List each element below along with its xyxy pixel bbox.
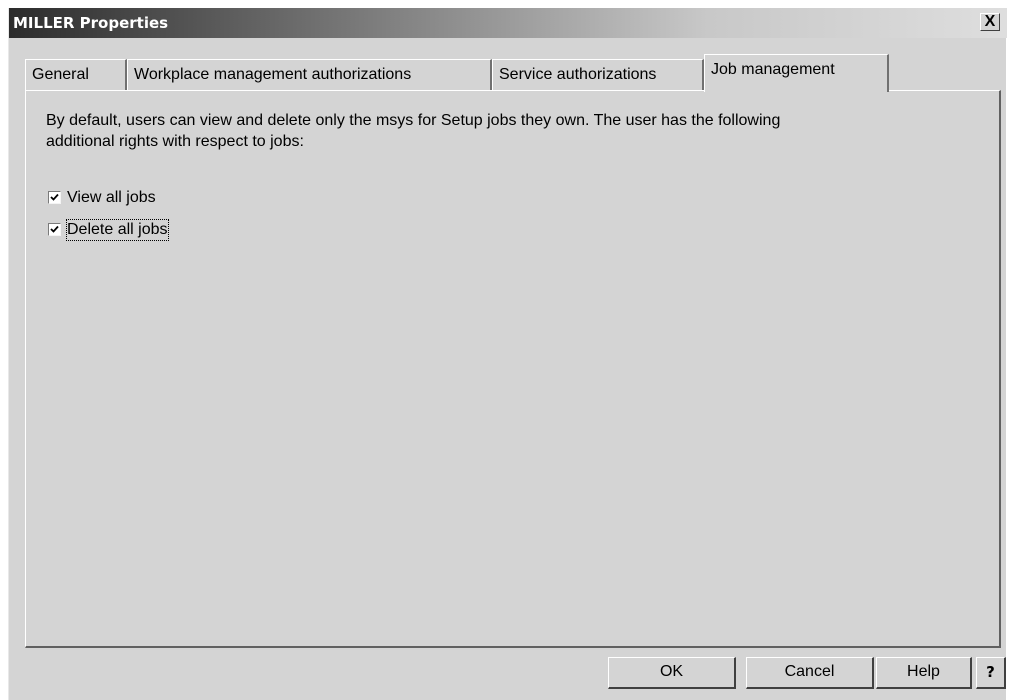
description-text: By default, users can view and delete on… <box>46 112 781 150</box>
cancel-button[interactable]: Cancel <box>746 657 874 689</box>
tab-service-authorizations-label: Service authorizations <box>499 66 657 83</box>
checkmark-icon <box>50 193 59 201</box>
view-all-jobs-checkbox[interactable] <box>48 191 61 204</box>
tab-workplace-management-authorizations[interactable]: Workplace management authorizations <box>127 59 492 90</box>
title-bar[interactable]: MILLER Properties X <box>9 8 1007 38</box>
delete-all-jobs-label: Delete all jobs <box>66 219 169 241</box>
ok-button[interactable]: OK <box>608 657 736 689</box>
delete-all-jobs-checkbox[interactable] <box>48 223 61 236</box>
view-all-jobs-label: View all jobs <box>67 189 156 206</box>
tab-service-authorizations[interactable]: Service authorizations <box>492 59 704 90</box>
tab-job-management[interactable]: Job management <box>704 54 889 92</box>
tab-workplace-management-authorizations-label: Workplace management authorizations <box>134 66 412 83</box>
tab-general[interactable]: General <box>25 59 127 90</box>
close-button[interactable]: X <box>980 13 1000 31</box>
tab-general-label: General <box>32 66 89 83</box>
job-management-panel: By default, users can view and delete on… <box>25 90 1001 648</box>
tab-job-management-label: Job management <box>711 61 835 78</box>
checkmark-icon <box>50 225 59 233</box>
context-help-button[interactable]: ? <box>976 657 1006 689</box>
properties-dialog: MILLER Properties X General Workplace ma… <box>8 8 1007 700</box>
help-button[interactable]: Help <box>876 657 972 689</box>
window-title: MILLER Properties <box>13 14 169 32</box>
